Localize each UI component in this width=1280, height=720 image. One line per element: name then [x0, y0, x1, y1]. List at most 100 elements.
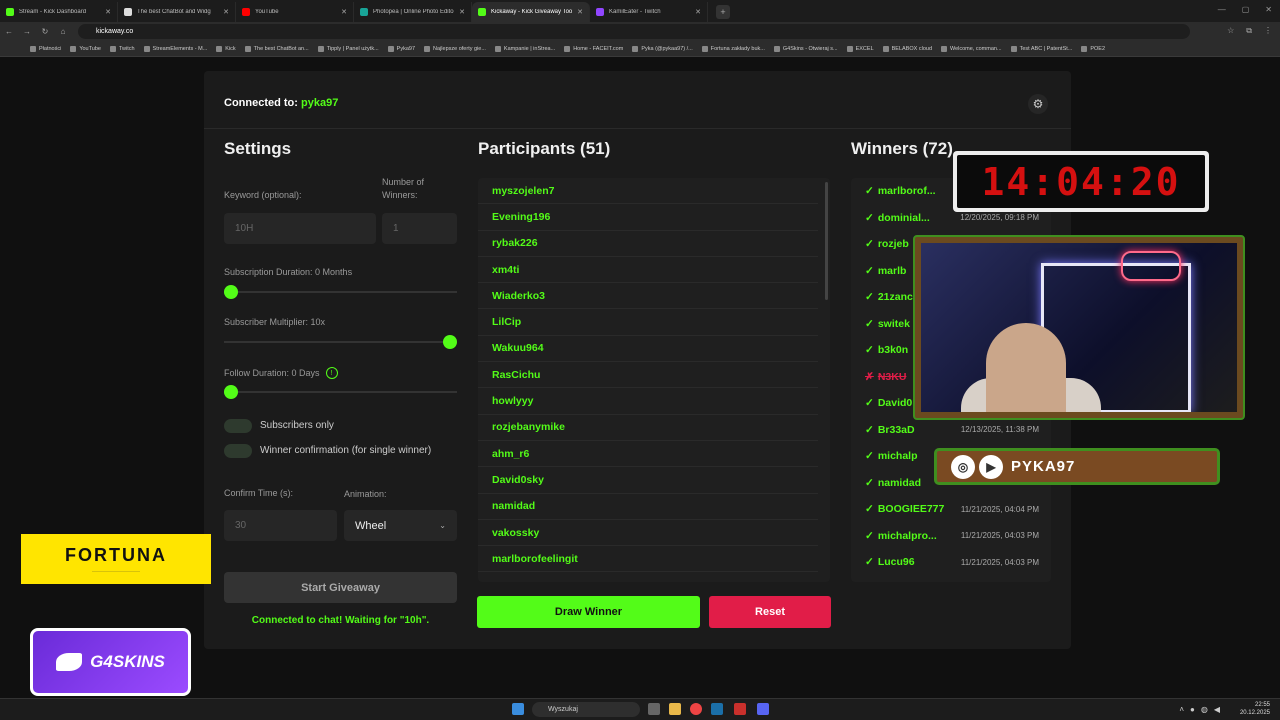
animation-select[interactable]: Wheel ⌄: [344, 510, 457, 541]
keyword-input[interactable]: 10H: [224, 213, 376, 244]
star-icon[interactable]: ☆: [1227, 26, 1234, 36]
start-giveaway-button[interactable]: Start Giveaway: [224, 572, 457, 603]
extensions-icon[interactable]: ⧉: [1246, 26, 1252, 36]
close-tab-icon[interactable]: ✕: [341, 8, 347, 16]
url-input[interactable]: kickaway.co: [78, 24, 1190, 39]
keyword-label: Keyword (optional):: [224, 190, 302, 200]
menu-icon[interactable]: ⋮: [1264, 26, 1272, 36]
webcam-overlay: [913, 235, 1245, 420]
bookmark-item[interactable]: POE2: [1081, 45, 1105, 52]
close-tab-icon[interactable]: ✕: [577, 8, 583, 16]
bookmark-item[interactable]: Tipply | Panel użytk...: [317, 45, 379, 52]
bookmark-item[interactable]: Najlepsze oferty gie...: [424, 45, 486, 52]
bookmark-item[interactable]: StreamElements - M...: [143, 45, 207, 52]
winners-count-input[interactable]: 1: [382, 213, 457, 244]
close-tab-icon[interactable]: ✕: [695, 8, 701, 16]
steam-icon[interactable]: [711, 703, 723, 715]
discord-icon[interactable]: [757, 703, 769, 715]
bookmark-item[interactable]: Kick: [216, 45, 236, 52]
file-explorer-icon[interactable]: [669, 703, 681, 715]
mic-icon[interactable]: ●: [1190, 705, 1195, 714]
clock[interactable]: 22:55 20.12.2025: [1240, 701, 1270, 717]
reload-icon[interactable]: ↻: [36, 27, 54, 36]
windows-start-icon[interactable]: [512, 703, 524, 715]
follow-duration-slider[interactable]: [224, 385, 457, 399]
volume-icon[interactable]: ◀: [1214, 705, 1220, 714]
browser-tab[interactable]: Stream - Kick Dashboard ✕: [0, 2, 118, 22]
draw-winner-button[interactable]: Draw Winner: [477, 596, 700, 628]
winner-name: rozjeb: [877, 238, 909, 251]
winner-confirmation-label: Winner confirmation (for single winner): [260, 445, 432, 456]
home-icon[interactable]: ⌂: [54, 27, 72, 36]
bookmark-item[interactable]: BELABOX cloud: [882, 45, 932, 52]
obs-icon[interactable]: [734, 703, 746, 715]
participant-row: xm4ti: [478, 257, 818, 284]
bookmark-item[interactable]: Pyka (@pykaa97) /...: [632, 45, 693, 52]
subscribers-only-toggle[interactable]: [224, 419, 252, 433]
reset-button[interactable]: Reset: [709, 596, 831, 628]
bookmark-item[interactable]: Kampanie | inStrea...: [494, 45, 555, 52]
url-text: kickaway.co: [96, 28, 134, 35]
slider-handle[interactable]: [224, 385, 238, 399]
bookmark-item[interactable]: Twitch: [109, 45, 135, 52]
bookmark-item[interactable]: Fortuna zakłady buk...: [701, 45, 765, 52]
gear-icon[interactable]: ⚙: [1028, 94, 1048, 114]
browser-tab[interactable]: YouTube ✕: [236, 2, 354, 22]
winner-name: switek: [877, 317, 910, 330]
task-view-icon[interactable]: [648, 703, 660, 715]
close-tab-icon[interactable]: ✕: [459, 8, 465, 16]
bookmark-icon: [244, 45, 251, 52]
bookmark-icon: [846, 45, 853, 52]
sub-duration-slider[interactable]: [224, 285, 457, 299]
winner-confirmation-toggle[interactable]: [224, 444, 252, 458]
info-icon[interactable]: !: [325, 367, 338, 379]
close-icon[interactable]: ✕: [1265, 5, 1272, 14]
sub-multiplier-slider[interactable]: [224, 335, 457, 349]
check-icon: ✓: [865, 397, 874, 410]
participants-title: Participants (51): [478, 139, 611, 158]
browser-tab[interactable]: Kickaway - Kick Giveaway Tool ✕: [472, 2, 590, 22]
new-tab-button[interactable]: +: [716, 5, 730, 19]
browser-tab[interactable]: The best ChatBot and Widg ✕: [118, 2, 236, 22]
bookmark-item[interactable]: Test ABC | PatentSt...: [1010, 45, 1072, 52]
chevron-up-icon[interactable]: ˄: [1179, 705, 1184, 714]
taskbar-search[interactable]: Wyszukaj: [532, 702, 640, 717]
maximize-icon[interactable]: ▢: [1242, 5, 1250, 14]
check-icon: ✓: [865, 185, 874, 198]
slider-handle[interactable]: [224, 285, 238, 299]
sub-duration-label: Subscription Duration: 0 Months: [224, 267, 353, 277]
participant-row: namidad: [478, 494, 818, 520]
forward-icon[interactable]: →: [18, 27, 36, 36]
browser-tab[interactable]: KamilEater - Twitch ✕: [590, 2, 708, 22]
tab-label: Kickaway - Kick Giveaway Tool: [491, 9, 573, 15]
bookmark-item[interactable]: The best ChatBot an...: [244, 45, 309, 52]
tab-favicon-icon: [478, 8, 486, 16]
close-tab-icon[interactable]: ✕: [223, 8, 229, 16]
bookmark-item[interactable]: EXCEL: [846, 45, 874, 52]
bookmark-item[interactable]: YouTube: [70, 45, 101, 52]
winner-row: ✓ Lucu96 11/21/2025, 04:03 PM: [851, 549, 1051, 576]
participants-list[interactable]: myszojelen7 Evening196 rybak226 xm4ti Wiader…: [478, 178, 830, 582]
bookmark-icon: [387, 45, 394, 52]
bookmark-item[interactable]: G4Skins - Otwieraj s...: [773, 45, 838, 52]
slider-handle[interactable]: [443, 335, 457, 349]
sub-multiplier-label: Subscriber Multiplier: 10x: [224, 317, 326, 327]
bookmark-item[interactable]: Płatności: [30, 45, 61, 52]
minimize-icon[interactable]: —: [1218, 5, 1226, 14]
chrome-icon[interactable]: [690, 703, 702, 715]
bookmark-icon: [109, 45, 116, 52]
back-icon[interactable]: ←: [0, 27, 18, 36]
streamer-face-image: [986, 323, 1066, 412]
close-tab-icon[interactable]: ✕: [105, 8, 111, 16]
winner-name: Lucu96: [877, 556, 915, 569]
bookmark-item[interactable]: Home - FACEIT.com: [564, 45, 623, 52]
status-text: Connected to chat! Waiting for "10h".: [251, 615, 430, 626]
winner-name: michalpro...: [877, 529, 937, 542]
confirm-time-input[interactable]: 30: [224, 510, 337, 541]
browser-tab[interactable]: Photopea | Online Photo Editor ✕: [354, 2, 472, 22]
bookmark-item[interactable]: Pyka97: [387, 45, 415, 52]
scrollbar[interactable]: [825, 182, 828, 300]
network-icon[interactable]: ◍: [1201, 705, 1208, 714]
bookmark-item[interactable]: Welcome, comman...: [941, 45, 1002, 52]
tab-bar: Stream - Kick Dashboard ✕ The best ChatBot…: [0, 0, 1280, 22]
